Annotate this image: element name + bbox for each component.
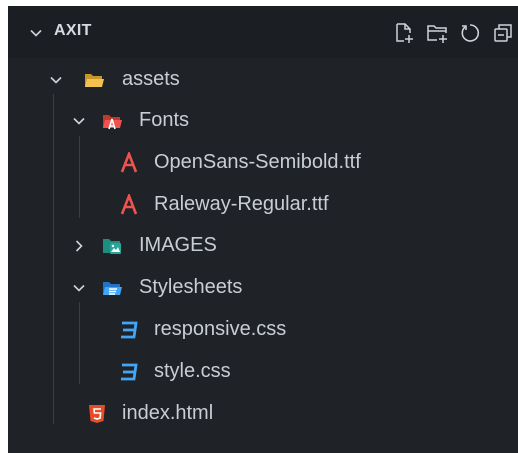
tree-item-label: IMAGES [139, 234, 217, 256]
tree-item-font-file[interactable]: Raleway-Regular.ttf [8, 185, 518, 225]
explorer-header[interactable]: AXIT [8, 6, 518, 58]
chevron-right-icon [75, 240, 83, 252]
tree-item-label: style.css [154, 360, 231, 382]
image-folder-icon [103, 239, 121, 254]
font-folder-icon [103, 115, 122, 130]
new-file-button[interactable] [389, 18, 419, 48]
tree-item-images[interactable]: IMAGES [8, 226, 518, 266]
css-folder-icon [103, 282, 122, 295]
collapse-all-icon [494, 24, 512, 42]
refresh-button[interactable] [455, 18, 485, 48]
font-file-icon [120, 152, 138, 173]
tree-item-fonts[interactable]: Fonts [8, 101, 518, 141]
tree-item-label: Stylesheets [139, 276, 243, 298]
explorer-panel: AXIT assets Fonts OpenSans-Semibold.ttf … [8, 6, 518, 453]
tree-item-label: OpenSans-Semibold.ttf [154, 151, 361, 173]
explorer-actions [386, 18, 518, 48]
new-folder-button[interactable] [422, 18, 452, 48]
collapse-all-button[interactable] [488, 18, 518, 48]
tree-item-css-file[interactable]: responsive.css [8, 310, 518, 350]
css-file-icon [121, 363, 138, 381]
new-file-icon [396, 23, 413, 43]
explorer-title: AXIT [54, 22, 92, 39]
chevron-down-icon[interactable] [28, 25, 44, 41]
refresh-icon [461, 24, 480, 42]
tree-item-label: assets [122, 68, 180, 90]
tree-item-html-file[interactable]: index.html [8, 394, 518, 434]
tree-item-assets[interactable]: assets [8, 60, 518, 100]
font-file-icon [120, 194, 138, 215]
chevron-down-icon [73, 284, 85, 292]
chevron-down-icon [73, 117, 85, 125]
tree-item-label: Fonts [139, 109, 190, 131]
new-folder-icon [427, 25, 447, 43]
tree-item-stylesheets[interactable]: Stylesheets [8, 268, 518, 308]
tree-item-css-file[interactable]: style.css [8, 352, 518, 392]
tree-item-font-file[interactable]: OpenSans-Semibold.ttf [8, 143, 518, 183]
tree-item-label: index.html [122, 402, 214, 424]
tree-item-label: Raleway-Regular.ttf [154, 193, 329, 215]
folder-open-icon [85, 74, 104, 87]
tree-item-label: responsive.css [154, 318, 287, 340]
css-file-icon [121, 321, 138, 339]
chevron-down-icon [50, 76, 62, 84]
html-file-icon [89, 405, 105, 423]
